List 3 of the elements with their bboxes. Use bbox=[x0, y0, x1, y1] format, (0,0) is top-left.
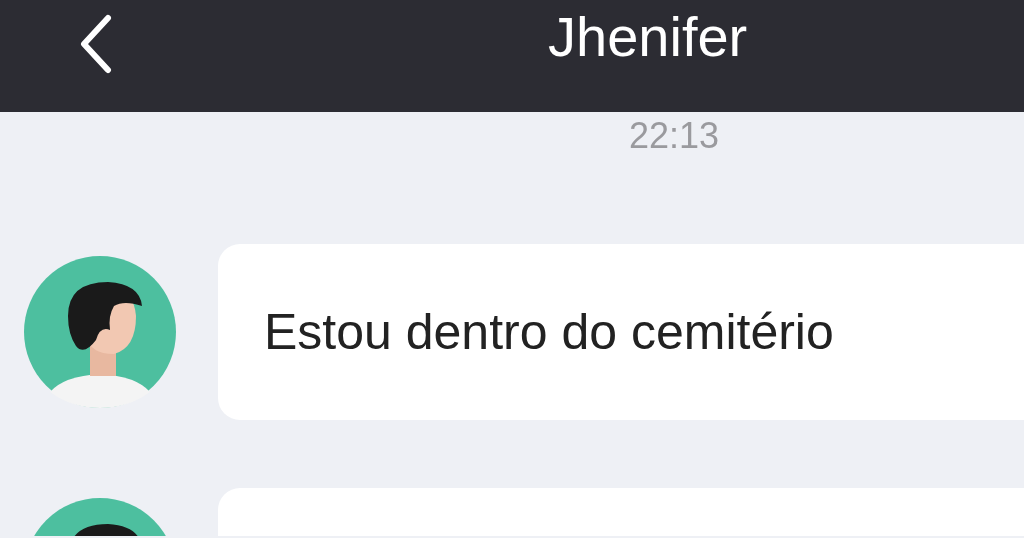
chat-title: Jhenifer bbox=[548, 4, 748, 70]
message-bubble: Estou dentro do cemitério bbox=[218, 244, 1024, 420]
timestamp: 22:13 bbox=[628, 116, 720, 156]
